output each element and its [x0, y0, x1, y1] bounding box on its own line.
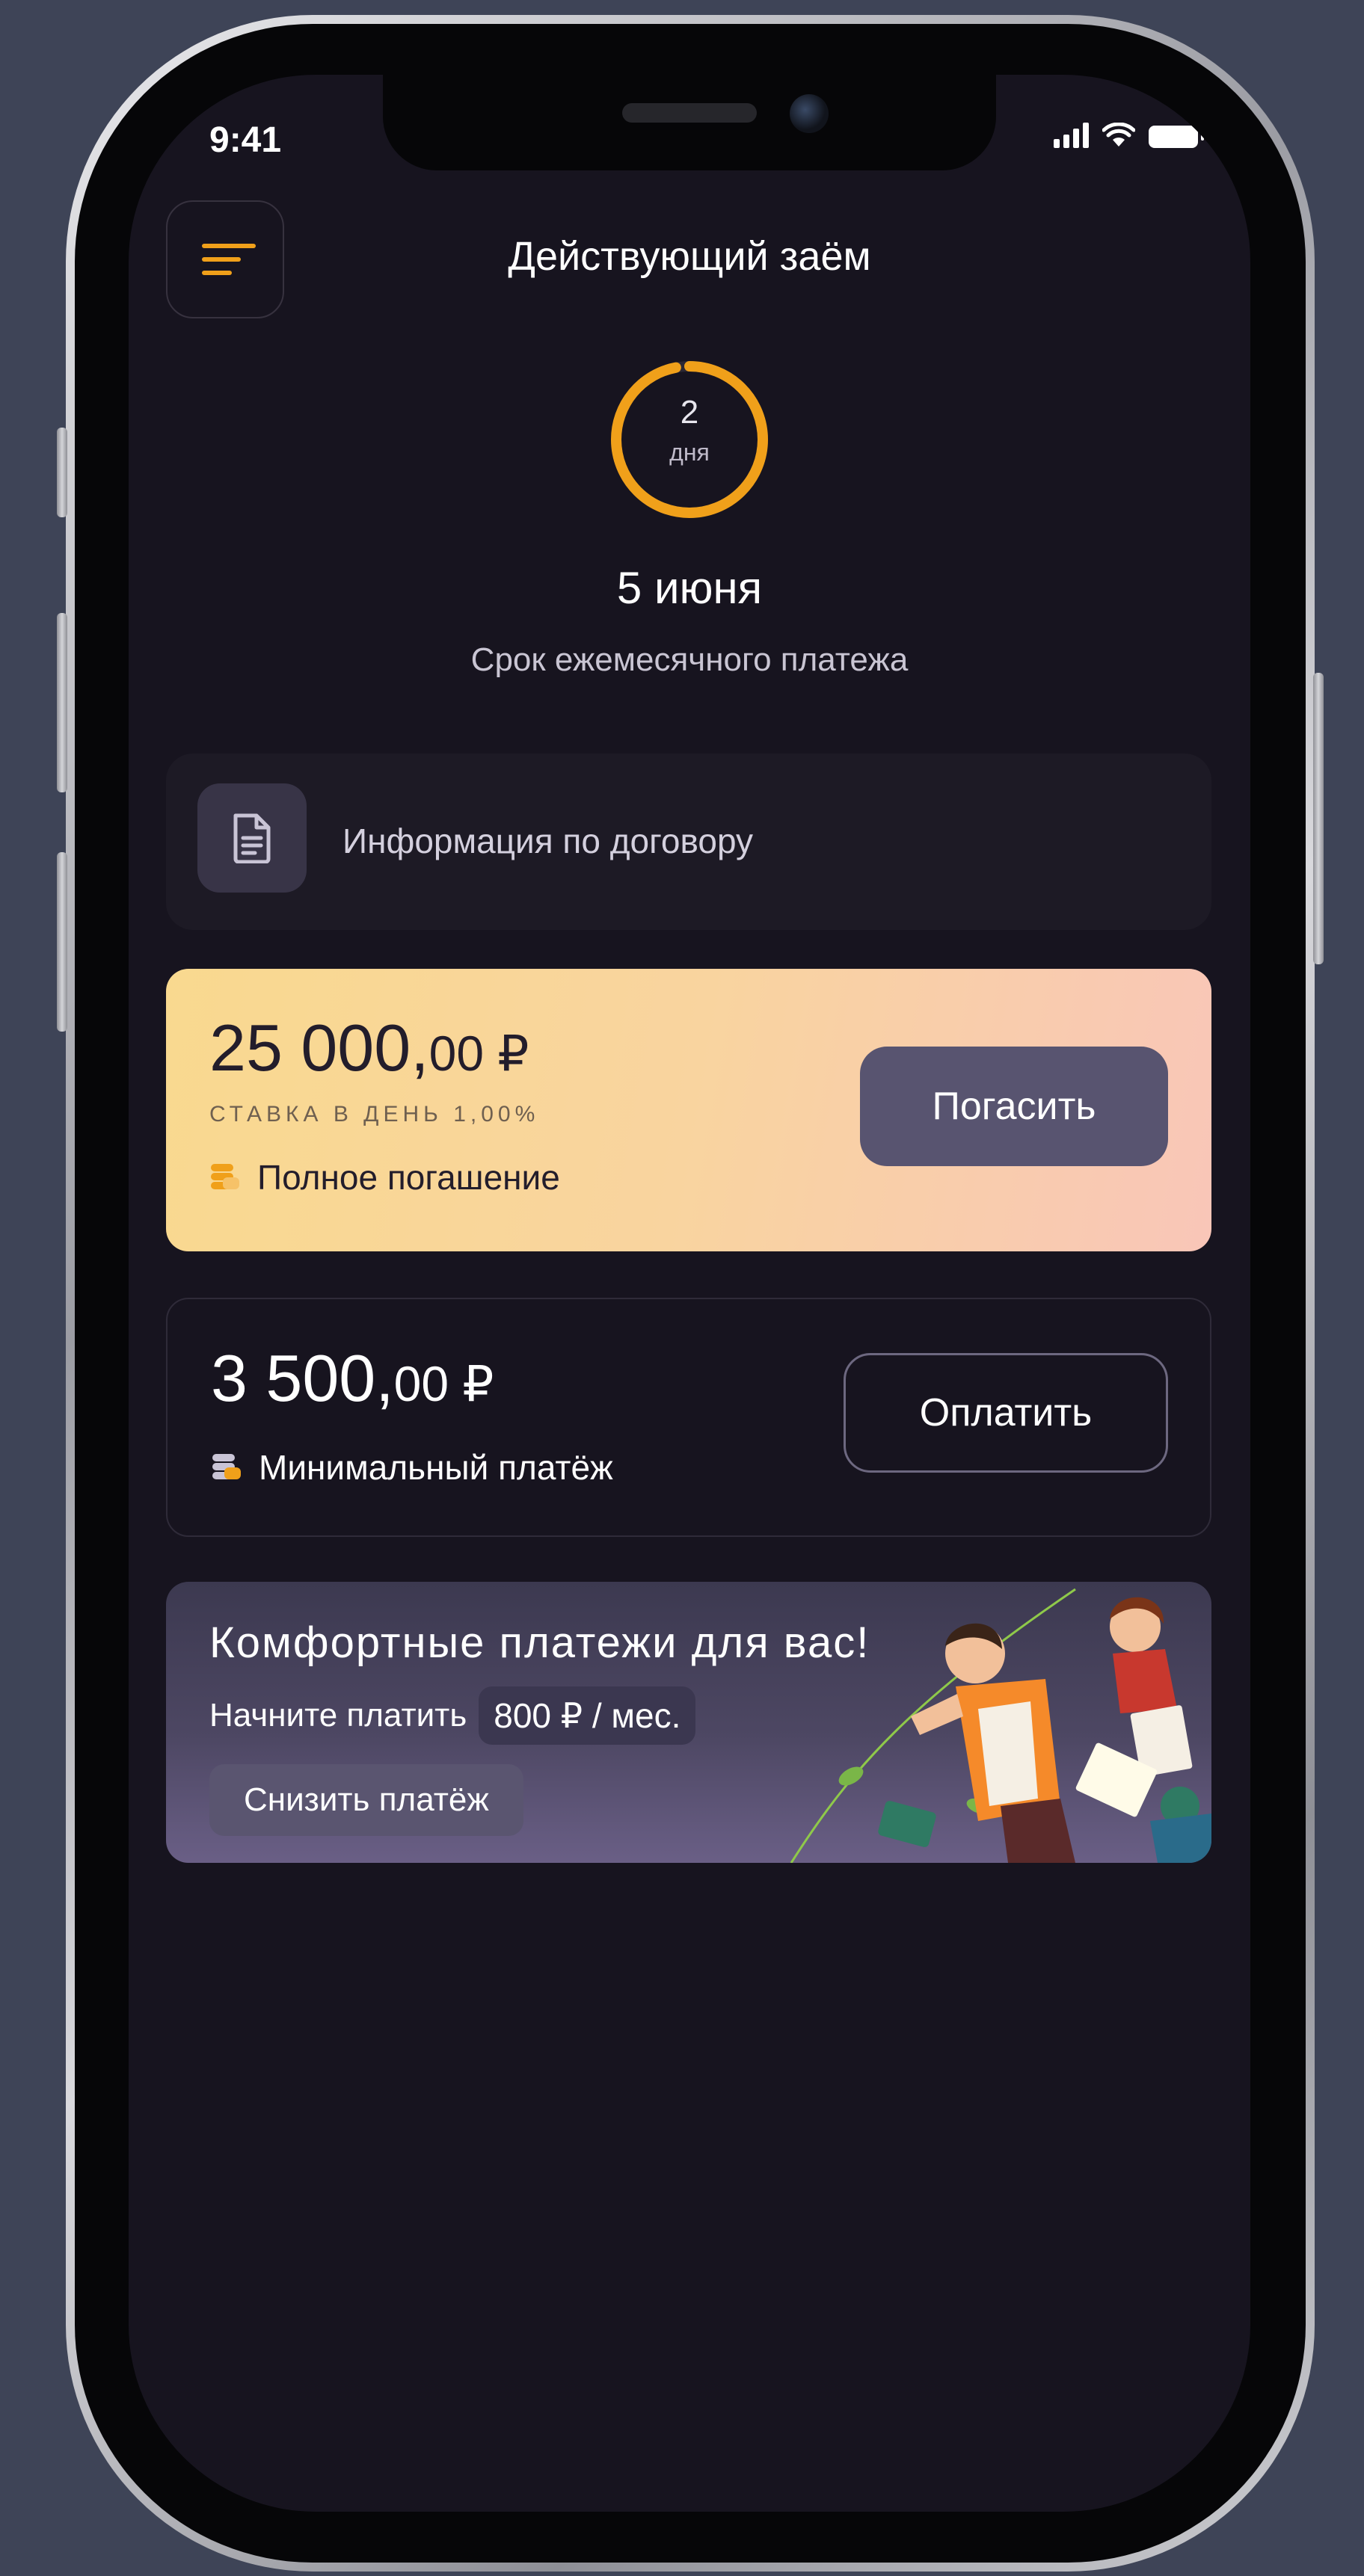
countdown-number: 2 [680, 394, 699, 431]
daily-rate: СТАВКА В ДЕНЬ 1,00% [209, 1102, 540, 1127]
promo-illustration [790, 1588, 1211, 1863]
minimum-payment-label: Минимальный платёж [259, 1448, 613, 1487]
app-screen: 9:41 Действующий заём 2 дня 5 июня Срок … [129, 75, 1250, 2512]
amount-cents: 00 ₽ [393, 1356, 494, 1411]
signal-icon [1054, 123, 1089, 148]
pay-button[interactable]: Оплатить [844, 1353, 1168, 1473]
full-repayment-row: Полное погашение [209, 1157, 560, 1198]
contract-icon-box [197, 783, 307, 893]
contract-info-card[interactable]: Информация по договору [166, 754, 1211, 930]
promo-subtitle-row: Начните платить 800 ₽ / мес. [209, 1686, 696, 1745]
status-time: 9:41 [209, 120, 282, 160]
promo-amount-chip: 800 ₽ / мес. [479, 1686, 696, 1745]
contract-info-label: Информация по договору [342, 822, 754, 860]
volume-down-button [57, 852, 67, 1032]
promo-banner[interactable]: Комфортные платежи для вас! Начните плат… [166, 1582, 1211, 1863]
page-title: Действующий заём [508, 234, 871, 279]
due-caption: Срок ежемесячного платежа [470, 641, 909, 678]
document-icon [233, 813, 271, 863]
full-repayment-label: Полное погашение [257, 1158, 560, 1197]
power-button [1313, 673, 1324, 964]
amount-main: 25 000, [209, 1011, 429, 1085]
due-date: 5 июня [616, 563, 763, 613]
countdown-unit: дня [669, 439, 710, 466]
full-repayment-card: 25 000,00 ₽ СТАВКА В ДЕНЬ 1,00% Полное п… [166, 969, 1211, 1251]
promo-subtitle: Начните платить [209, 1697, 467, 1734]
minimum-payment-amount: 3 500,00 ₽ [211, 1346, 494, 1411]
amount-cents: 00 ₽ [428, 1026, 529, 1081]
full-repayment-amount: 25 000,00 ₽ [209, 1015, 529, 1081]
coins-icon [211, 1164, 239, 1189]
battery-icon [1149, 126, 1204, 148]
reduce-payment-button[interactable]: Снизить платёж [209, 1764, 523, 1836]
minimum-payment-card: 3 500,00 ₽ Минимальный платёж Оплатить [166, 1298, 1211, 1537]
mute-switch [57, 428, 67, 517]
coins-icon [212, 1454, 241, 1479]
minimum-payment-row: Минимальный платёж [211, 1447, 613, 1488]
volume-up-button [57, 613, 67, 792]
countdown-ring: 2 дня [605, 355, 774, 524]
camera [790, 94, 829, 133]
repay-button[interactable]: Погасить [860, 1047, 1168, 1166]
wifi-icon [1102, 123, 1135, 147]
speaker [622, 103, 757, 123]
amount-main: 3 500, [211, 1341, 394, 1415]
notch [383, 75, 996, 170]
status-icons [1054, 123, 1204, 148]
